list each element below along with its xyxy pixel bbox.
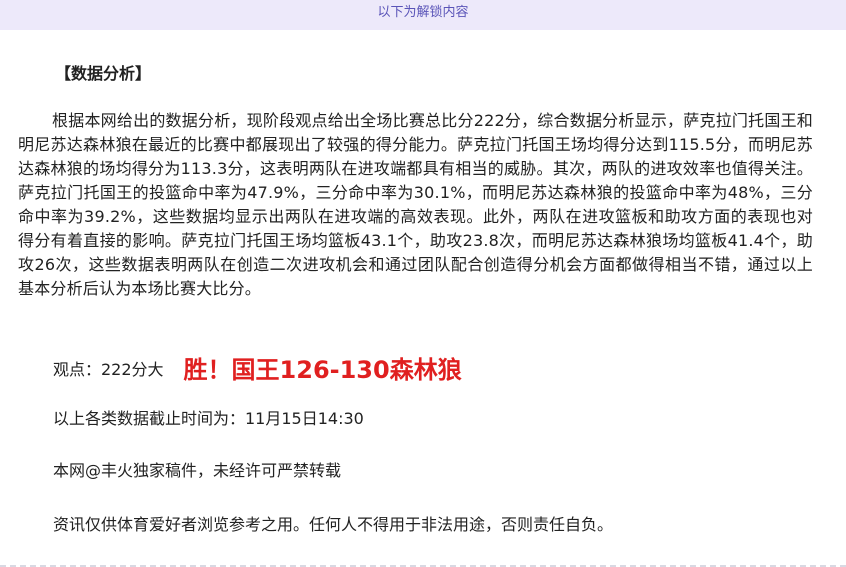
section-title: 【数据分析】 bbox=[55, 64, 152, 83]
result-highlight: 胜！国王126-130森林狼 bbox=[183, 356, 462, 384]
disclaimer-text: 资讯仅供体育爱好者浏览参考之用。任何人不得用于非法用途，否则责任自负。 bbox=[53, 515, 614, 534]
analysis-paragraph: 根据本网给出的数据分析，现阶段观点给出全场比赛总比分222分，综合数据分析显示，… bbox=[18, 111, 813, 298]
data-cutoff-text: 以上各类数据截止时间为：11月15日14:30 bbox=[53, 409, 364, 428]
view-label: 观点：222分大 bbox=[53, 360, 164, 379]
page: 以下为解锁内容 【数据分析】 根据本网给出的数据分析，现阶段观点给出全场比赛总比… bbox=[0, 0, 846, 567]
unlock-banner: 以下为解锁内容 bbox=[0, 0, 846, 30]
view-row: 观点：222分大 胜！国王126-130森林狼 bbox=[53, 350, 462, 390]
copyright-notice: 本网@丰火独家稿件，未经许可严禁转载 bbox=[53, 461, 342, 480]
article-content: 【数据分析】 根据本网给出的数据分析，现阶段观点给出全场比赛总比分222分，综合… bbox=[0, 30, 846, 567]
